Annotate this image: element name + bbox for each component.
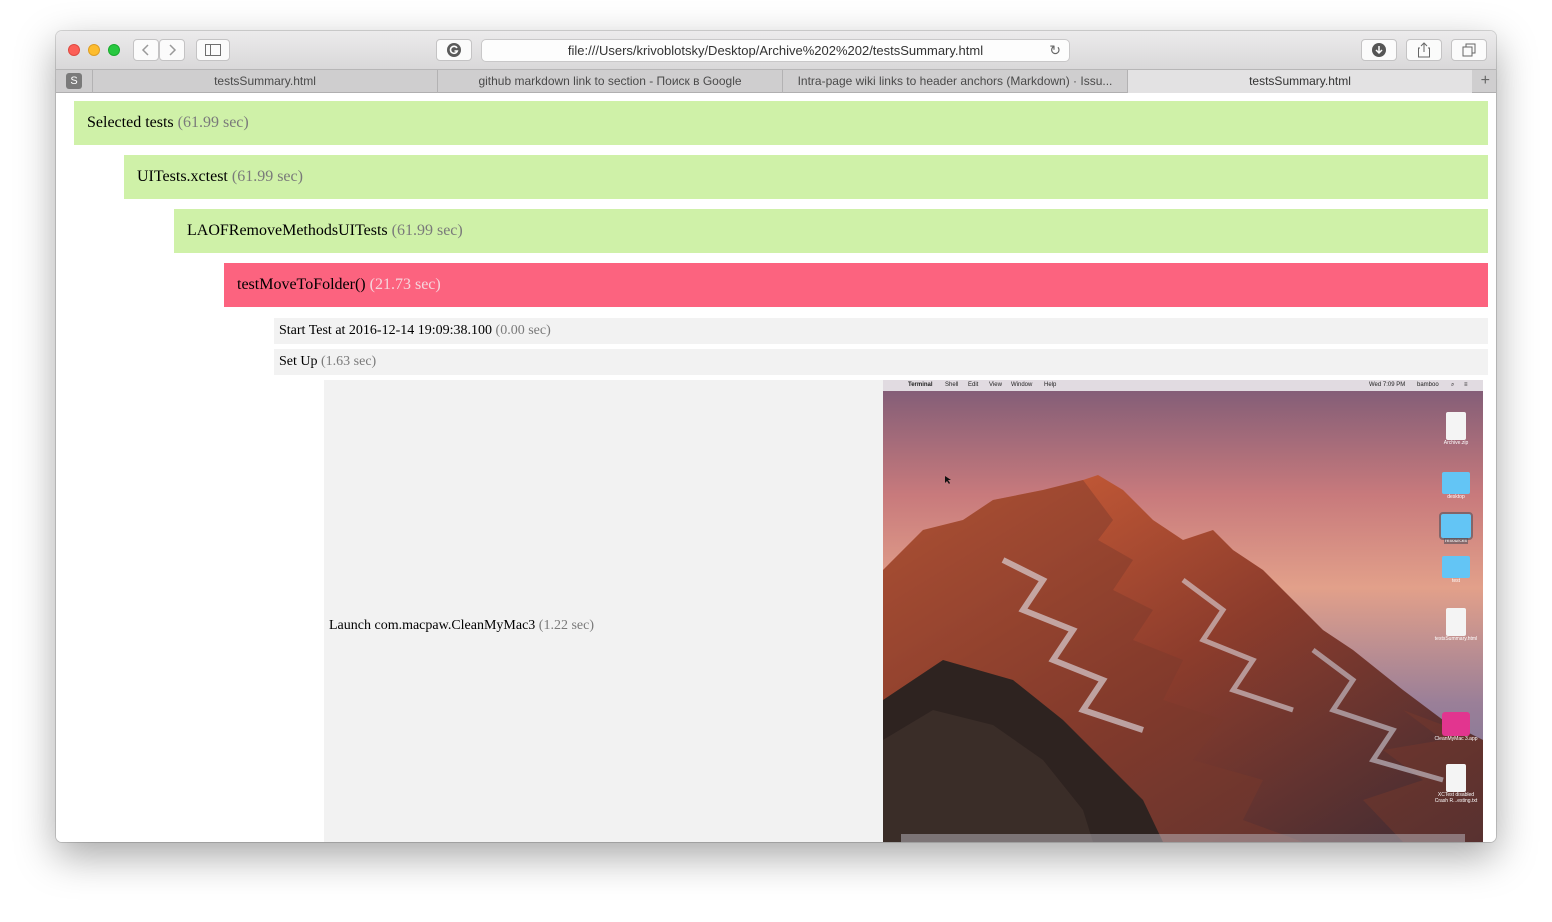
row-name: Start Test at 2016-12-14 19:09:38.100 [279,323,493,338]
menubar-clock: Wed 7:09 PM [1369,382,1406,388]
spotlight-icon: ⌕ [1451,382,1455,388]
reload-icon[interactable]: ↻ [1049,40,1061,61]
downloads-button[interactable] [1361,39,1397,61]
download-icon [1372,43,1386,57]
share-button[interactable] [1406,39,1442,61]
desktop-icon: Archive.zip [1432,412,1480,446]
chevron-left-icon [141,44,149,56]
zoom-window-button[interactable] [108,44,120,56]
step-row[interactable]: Set Up (1.63 sec) [274,349,1488,375]
zip-file-icon [1446,412,1466,440]
address-bar[interactable]: file:///Users/krivoblotsky/Desktop/Archi… [481,39,1070,62]
desktop-icon: XCTest disabled Crash R...esting.txt [1432,764,1480,804]
folder-icon [1442,472,1470,494]
desktop-icon: test [1432,556,1480,584]
desktop-icon-label: CleanMyMac 3.app [1434,736,1478,742]
sidebar-icon [205,44,221,56]
notification-center-icon: ≡ [1464,382,1468,388]
pinned-tab[interactable]: S [66,73,82,89]
desktop-icon-label: testsSummary.html [1434,636,1478,642]
row-name: Launch com.macpaw.CleanMyMac3 [329,618,536,633]
attachment-screenshot[interactable]: Terminal Shell Edit View Window Help Wed… [883,380,1483,842]
grammarly-icon [447,43,461,57]
test-row-failed[interactable]: testMoveToFolder() (21.73 sec) [224,263,1488,307]
folder-icon [1442,556,1470,578]
tab-tests-summary-active[interactable]: testsSummary.html [1127,70,1472,93]
close-window-button[interactable] [68,44,80,56]
selected-tests-row[interactable]: Selected tests (61.99 sec) [74,101,1488,145]
row-name: testMoveToFolder() [237,276,366,293]
extension-button[interactable] [436,39,472,61]
suite-row[interactable]: LAOFRemoveMethodsUITests (61.99 sec) [174,209,1488,253]
chevron-right-icon [169,44,177,56]
bundle-row[interactable]: UITests.xctest (61.99 sec) [124,155,1488,199]
row-duration: (1.22 sec) [538,618,594,633]
sidebar-toggle-button[interactable] [196,39,230,61]
row-name: LAOFRemoveMethodsUITests [187,222,388,239]
row-duration: (61.99 sec) [391,222,463,239]
menubar-app: Terminal [908,382,933,388]
desktop-icon: testsSummary.html [1432,608,1480,642]
url-text: file:///Users/krivoblotsky/Desktop/Archi… [567,43,984,58]
desktop-icon: desktop [1432,472,1480,500]
menubar-view: View [989,382,1002,388]
row-duration: (0.00 sec) [495,323,551,338]
desktop-screenshot-image [883,380,1483,842]
menubar-shell: Shell [945,382,959,388]
screenshot-menubar: Terminal Shell Edit View Window Help Wed… [883,380,1483,391]
share-icon [1418,42,1430,58]
app-icon [1442,712,1470,736]
row-duration: (1.63 sec) [321,354,377,369]
launch-step-text: Launch com.macpaw.CleanMyMac3 (1.22 sec) [329,619,594,633]
step-row[interactable]: Start Test at 2016-12-14 19:09:38.100 (0… [274,318,1488,344]
row-duration: (61.99 sec) [231,168,303,185]
txt-file-icon [1446,764,1466,792]
tab-bar: S testsSummary.html github markdown link… [56,69,1496,93]
tab-github-issue[interactable]: Intra-page wiki links to header anchors … [782,70,1127,93]
desktop-icon: CleanMyMac 3.app [1432,712,1480,742]
new-tab-button[interactable]: + [1481,70,1490,92]
row-duration: (21.73 sec) [369,276,441,293]
menubar-user: bamboo [1417,382,1439,388]
row-name: Selected tests [87,114,174,131]
back-button[interactable] [133,39,159,61]
browser-toolbar: file:///Users/krivoblotsky/Desktop/Archi… [56,31,1496,69]
tab-google-search[interactable]: github markdown link to section - Поиск … [437,70,782,93]
row-name: UITests.xctest [137,168,228,185]
browser-window: file:///Users/krivoblotsky/Desktop/Archi… [56,31,1496,842]
desktop-icon-label: test [1451,578,1461,584]
menubar-window: Window [1011,382,1033,388]
desktop-icon-label: desktop [1447,494,1465,500]
row-duration: (61.99 sec) [177,114,249,131]
menubar-help: Help [1044,382,1057,388]
launch-step-row[interactable]: Launch com.macpaw.CleanMyMac3 (1.22 sec) [324,380,883,842]
desktop-icon-label: resources [1444,538,1468,544]
tab-tests-summary-1[interactable]: testsSummary.html [92,70,437,93]
desktop-icon-label: Archive.zip [1443,440,1469,446]
desktop-icon: resources [1432,512,1480,544]
row-name: Set Up [279,354,318,369]
tab-overview-button[interactable] [1451,39,1487,61]
menubar-edit: Edit [968,382,979,388]
page-content: Selected tests (61.99 sec) UITests.xctes… [56,93,1496,842]
desktop-icon-label: XCTest disabled Crash R...esting.txt [1434,792,1478,804]
folder-icon [1439,512,1473,540]
tabs-icon [1462,43,1476,57]
minimize-window-button[interactable] [88,44,100,56]
html-file-icon [1446,608,1466,636]
forward-button[interactable] [159,39,185,61]
